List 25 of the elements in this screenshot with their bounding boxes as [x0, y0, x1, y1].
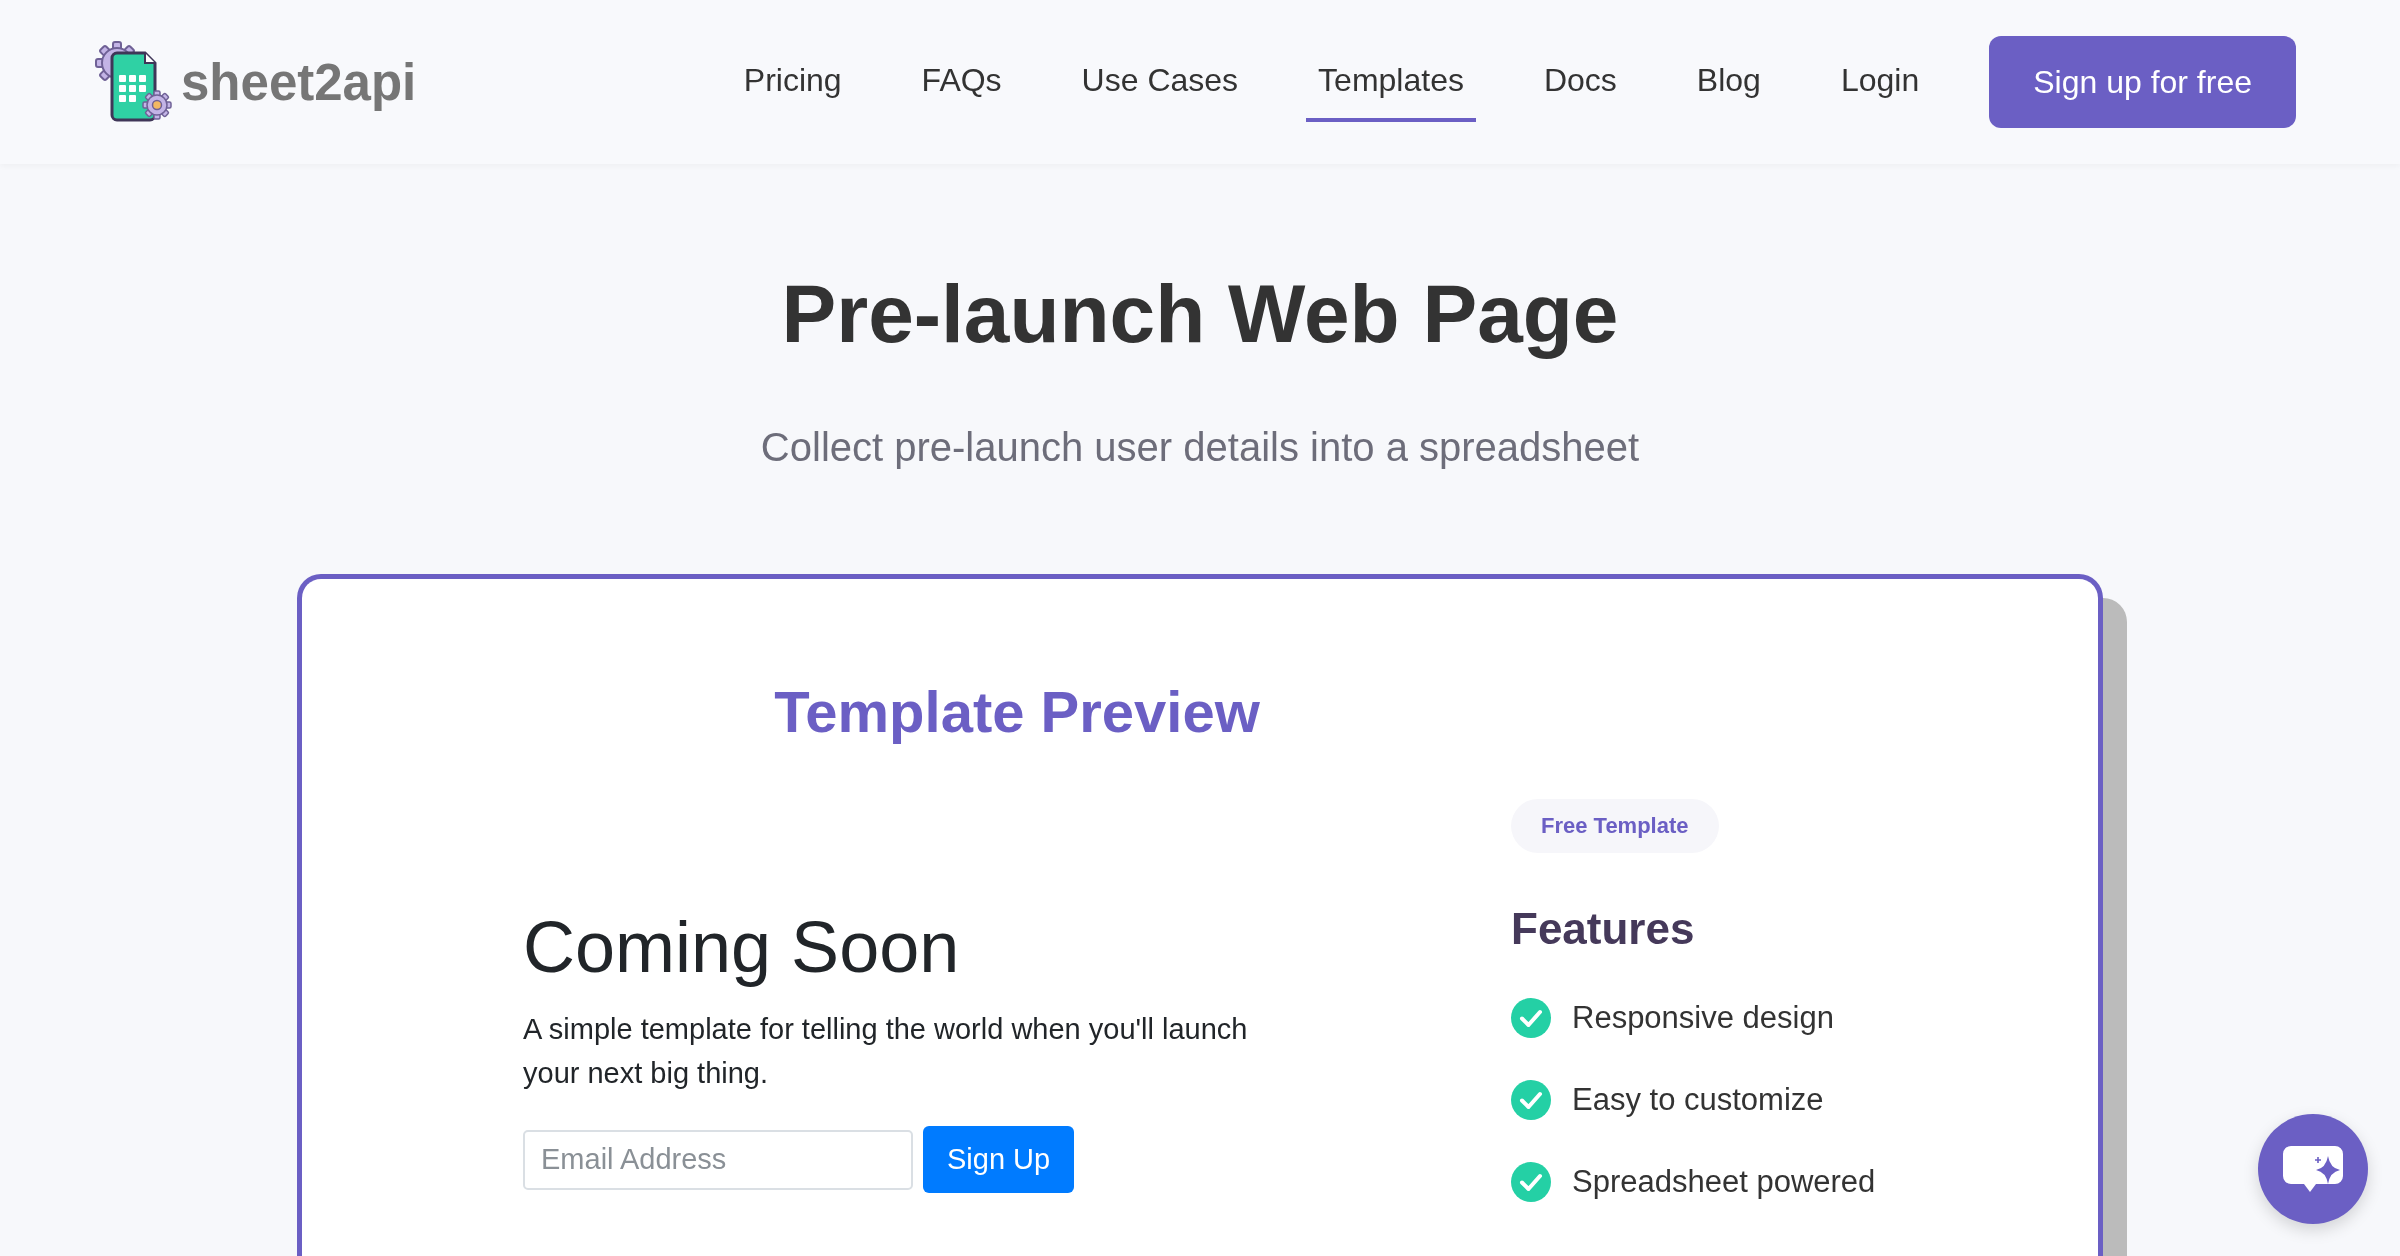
nav-link[interactable]: Templates: [1306, 42, 1476, 122]
nav-link[interactable]: Use Cases: [1069, 42, 1251, 122]
nav-link[interactable]: Pricing: [731, 42, 854, 122]
email-input-field[interactable]: Email Address: [523, 1129, 913, 1190]
nav-link[interactable]: Docs: [1531, 42, 1629, 122]
nav-link[interactable]: FAQs: [909, 42, 1014, 122]
signup-submit-button[interactable]: Sign Up: [923, 1126, 1075, 1193]
spreadsheet-gear-logo-icon[interactable]: [95, 41, 173, 123]
nav-link[interactable]: Login: [1828, 42, 1932, 122]
free-template-tag: Free Template: [1511, 799, 1719, 853]
card-heading: Template Preview: [774, 678, 1260, 746]
page-subtitle: Collect pre-launch user details into a spreadsheet: [759, 424, 1641, 471]
signup-button[interactable]: Sign up for free: [1989, 36, 2296, 128]
check-circle-icon: [1511, 1080, 1551, 1120]
check-circle-icon: [1511, 998, 1551, 1038]
features-heading: Features: [1511, 903, 1695, 955]
feature-label: Easy to customize: [1572, 1081, 1824, 1119]
preview-title: Coming Soon: [523, 906, 960, 989]
page-title: Pre-launch Web Page: [780, 267, 1620, 361]
feature-label: Spreadsheet powered: [1572, 1163, 1876, 1201]
nav-link[interactable]: Blog: [1684, 42, 1773, 122]
chat-sparkle-icon: [2282, 1144, 2344, 1194]
preview-description: A simple template for telling the world when you'll launch your next big thing.: [523, 1012, 1249, 1091]
check-circle-icon: [1511, 1162, 1551, 1202]
feature-label: Responsive design: [1572, 999, 1834, 1037]
